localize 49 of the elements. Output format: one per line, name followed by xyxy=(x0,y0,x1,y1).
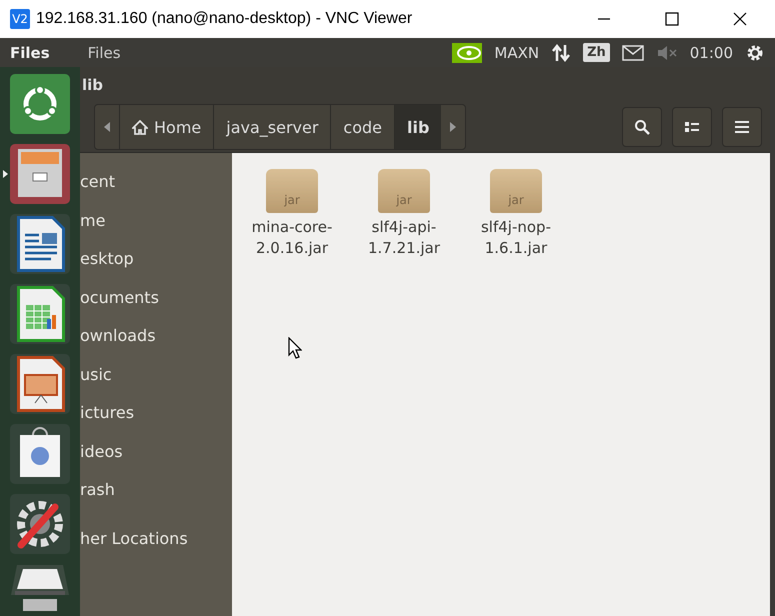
view-options-button[interactable] xyxy=(672,107,712,147)
gear-wrench-icon xyxy=(9,493,71,555)
sidebar-item[interactable]: her Locations xyxy=(80,520,232,558)
sidebar-item[interactable]: me xyxy=(80,202,232,240)
window-title: 192.168.31.160 (nano@nano-desktop) - VNC Viewer xyxy=(36,10,412,28)
mute-icon[interactable] xyxy=(656,44,678,60)
eye-logo-icon[interactable] xyxy=(452,42,482,62)
window-title: lib xyxy=(82,76,104,94)
sidebar-item[interactable]: ictures xyxy=(80,394,232,432)
running-indicator-icon xyxy=(3,170,8,178)
sidebar-item[interactable]: cent xyxy=(80,163,232,202)
file-name[interactable]: slf4j-nop- 1.6.1.jar xyxy=(480,217,551,259)
presentation-icon xyxy=(9,353,71,415)
ubuntu-logo-icon xyxy=(9,73,71,135)
icon-label: jar xyxy=(396,193,412,209)
power-mode[interactable]: MAXN xyxy=(494,44,540,62)
sidebar-item[interactable]: usic xyxy=(80,356,232,394)
list-view-icon xyxy=(685,121,699,133)
menu-icon xyxy=(735,121,749,133)
file-name[interactable]: slf4j-api- 1.7.21.jar xyxy=(368,217,440,259)
icon-label: jar xyxy=(508,193,524,209)
mail-icon[interactable] xyxy=(622,44,644,60)
drive-icon xyxy=(9,563,71,613)
sidebar-item[interactable]: ocuments xyxy=(80,278,232,317)
gear-icon[interactable] xyxy=(745,42,765,62)
search-button[interactable] xyxy=(622,107,662,147)
input-method[interactable]: Zh xyxy=(583,43,610,62)
clock[interactable]: 01:00 xyxy=(690,44,733,62)
search-icon xyxy=(634,119,650,135)
sidebar-item[interactable]: esktop xyxy=(80,240,232,278)
spreadsheet-icon xyxy=(9,283,71,345)
sidebar-item[interactable]: ownloads xyxy=(80,317,232,356)
breadcrumb[interactable]: lib xyxy=(394,105,442,149)
file-cabinet-icon xyxy=(9,143,71,205)
shopping-bag-icon xyxy=(9,423,71,485)
network-icon[interactable] xyxy=(551,42,572,62)
file-name[interactable]: mina-core- 2.0.16.jar xyxy=(252,217,332,259)
files-menu[interactable]: Files xyxy=(88,44,121,62)
text-document-icon xyxy=(9,213,71,275)
app-name: Files xyxy=(10,44,50,62)
icon-label: jar xyxy=(284,193,300,209)
menu-button[interactable] xyxy=(722,107,762,147)
home-icon xyxy=(132,120,148,134)
maximize-icon[interactable] xyxy=(665,12,679,26)
mouse-pointer-icon xyxy=(288,337,302,359)
app-logo: V2 xyxy=(10,9,30,29)
sidebar-item[interactable]: ideos xyxy=(80,432,232,471)
sidebar-item[interactable]: rash xyxy=(80,471,232,510)
close-icon[interactable] xyxy=(733,12,747,26)
